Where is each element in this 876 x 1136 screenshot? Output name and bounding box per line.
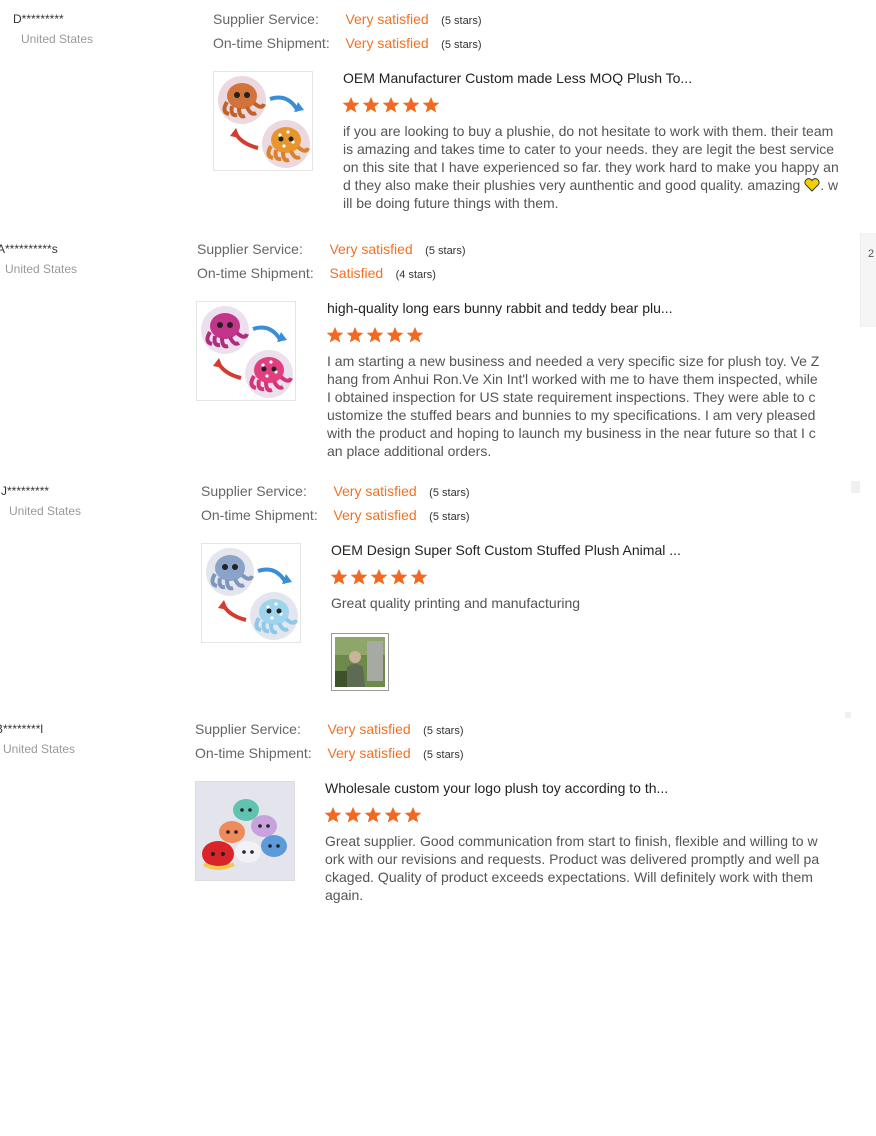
product-title[interactable]: OEM Manufacturer Custom made Less MOQ Pl… bbox=[343, 70, 843, 86]
star-icon bbox=[342, 96, 360, 113]
shipment-stars: (5 stars) bbox=[441, 39, 482, 51]
blue-octopus-reversible-icon bbox=[206, 548, 298, 640]
pink-octopus-reversible-icon bbox=[201, 306, 293, 398]
shipment-rating: On-time Shipment: Very satisfied (5 star… bbox=[195, 743, 464, 763]
product-thumbnail[interactable] bbox=[195, 781, 295, 881]
supplier-service-label: Supplier Service: bbox=[213, 11, 319, 27]
star-icon bbox=[366, 326, 384, 343]
review-comment: Great quality printing and manufacturing bbox=[331, 595, 581, 611]
star-icon bbox=[404, 806, 422, 823]
buyer-name: B********l bbox=[0, 722, 44, 736]
shipment-label: On-time Shipment: bbox=[213, 35, 330, 51]
buyer-country: United States bbox=[5, 262, 78, 276]
star-icon bbox=[384, 806, 402, 823]
shipment-rating: On-time Shipment: Satisfied (4 stars) bbox=[197, 263, 436, 283]
star-icon bbox=[362, 96, 380, 113]
buyer-country: United States bbox=[9, 504, 82, 518]
supplier-service-label: Supplier Service: bbox=[201, 483, 307, 499]
supplier-service-stars: (5 stars) bbox=[423, 725, 464, 737]
star-rating bbox=[342, 96, 440, 116]
star-icon bbox=[324, 806, 342, 823]
buyer-name: A**********s bbox=[0, 242, 58, 256]
orange-octopus-reversible-icon bbox=[218, 76, 310, 168]
photo-image bbox=[335, 637, 385, 687]
side-fragment bbox=[845, 712, 851, 718]
product-title[interactable]: high-quality long ears bunny rabbit and … bbox=[327, 300, 827, 316]
star-icon bbox=[346, 326, 364, 343]
review-comment: if you are looking to buy a plushie, do … bbox=[343, 122, 839, 212]
shipment-value: Satisfied bbox=[329, 265, 384, 281]
star-icon bbox=[350, 568, 368, 585]
supplier-service-rating: Supplier Service: Very satisfied (5 star… bbox=[213, 9, 482, 29]
star-icon bbox=[382, 96, 400, 113]
shipment-label: On-time Shipment: bbox=[201, 507, 318, 523]
star-icon bbox=[402, 96, 420, 113]
product-title[interactable]: OEM Design Super Soft Custom Stuffed Plu… bbox=[331, 542, 831, 558]
star-icon bbox=[330, 568, 348, 585]
yellow-heart-icon bbox=[804, 178, 820, 192]
review-comment: Great supplier. Good communication from … bbox=[325, 833, 820, 903]
star-rating bbox=[326, 326, 424, 346]
supplier-service-rating: Supplier Service: Very satisfied (5 star… bbox=[201, 481, 470, 501]
star-icon bbox=[370, 568, 388, 585]
star-icon bbox=[364, 806, 382, 823]
star-icon bbox=[386, 326, 404, 343]
comment-text: if you are looking to buy a plushie, do … bbox=[343, 123, 839, 193]
review-comment: I am starting a new business and needed … bbox=[327, 353, 820, 459]
buyer-name: J********* bbox=[1, 484, 50, 498]
star-rating bbox=[324, 806, 422, 826]
shipment-stars: (5 stars) bbox=[423, 749, 464, 761]
shipment-value: Very satisfied bbox=[333, 507, 417, 523]
supplier-service-value: Very satisfied bbox=[345, 11, 429, 27]
side-fragment bbox=[851, 481, 860, 493]
supplier-service-value: Very satisfied bbox=[327, 721, 411, 737]
product-thumbnail[interactable] bbox=[213, 71, 313, 171]
shipment-label: On-time Shipment: bbox=[195, 745, 312, 761]
octopus-pile-icon bbox=[196, 782, 294, 880]
buyer-country: United States bbox=[3, 742, 76, 756]
star-icon bbox=[326, 326, 344, 343]
supplier-service-stars: (5 stars) bbox=[425, 245, 466, 257]
supplier-service-label: Supplier Service: bbox=[195, 721, 301, 737]
supplier-service-value: Very satisfied bbox=[333, 483, 417, 499]
shipment-stars: (4 stars) bbox=[395, 269, 436, 281]
shipment-value: Very satisfied bbox=[327, 745, 411, 761]
product-thumbnail[interactable] bbox=[196, 301, 296, 401]
supplier-service-rating: Supplier Service: Very satisfied (5 star… bbox=[195, 719, 464, 739]
shipment-stars: (5 stars) bbox=[429, 511, 470, 523]
supplier-service-stars: (5 stars) bbox=[429, 487, 470, 499]
product-title[interactable]: Wholesale custom your logo plush toy acc… bbox=[325, 780, 825, 796]
shipment-value: Very satisfied bbox=[345, 35, 429, 51]
shipment-rating: On-time Shipment: Very satisfied (5 star… bbox=[213, 33, 482, 53]
review-photo[interactable] bbox=[331, 633, 389, 691]
supplier-service-label: Supplier Service: bbox=[197, 241, 303, 257]
product-thumbnail[interactable] bbox=[201, 543, 301, 643]
buyer-country: United States bbox=[21, 32, 94, 46]
supplier-service-rating: Supplier Service: Very satisfied (5 star… bbox=[197, 239, 466, 259]
star-icon bbox=[410, 568, 428, 585]
shipment-label: On-time Shipment: bbox=[197, 265, 314, 281]
supplier-service-value: Very satisfied bbox=[329, 241, 413, 257]
star-icon bbox=[422, 96, 440, 113]
star-icon bbox=[406, 326, 424, 343]
side-panel-number: 2 bbox=[868, 248, 875, 260]
star-icon bbox=[344, 806, 362, 823]
star-rating bbox=[330, 568, 428, 588]
supplier-service-stars: (5 stars) bbox=[441, 15, 482, 27]
star-icon bbox=[390, 568, 408, 585]
shipment-rating: On-time Shipment: Very satisfied (5 star… bbox=[201, 505, 470, 525]
buyer-name: D********* bbox=[13, 12, 64, 26]
